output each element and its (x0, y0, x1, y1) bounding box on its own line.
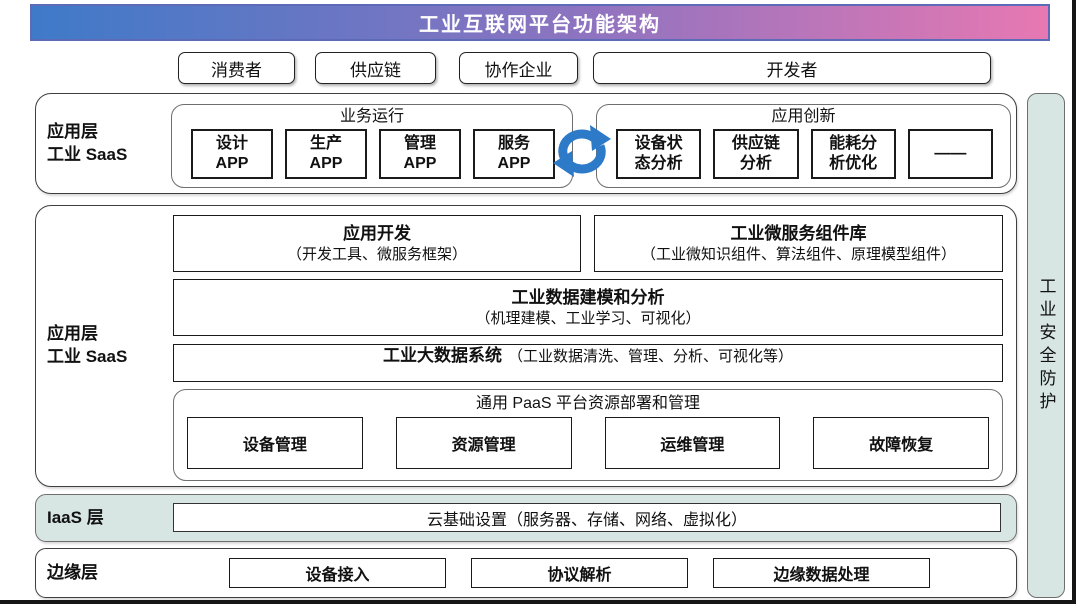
device-management-box: 设备管理 (187, 417, 363, 469)
management-app-box: 管理 APP (379, 129, 461, 179)
edge-layer: 边缘层 设备接入 协议解析 边缘数据处理 (35, 548, 1017, 598)
platform-layer-label: 应用层 工业 SaaS (47, 206, 172, 486)
edge-data-processing-box: 边缘数据处理 (713, 558, 930, 588)
supply-chain-analysis-box: 供应链 分析 (713, 129, 798, 179)
iaas-layer-label: IaaS 层 (47, 495, 157, 541)
saas-application-layer: 应用层 工业 SaaS 业务运行 设计 APP 生产 APP 管理 APP (35, 93, 1017, 194)
microservice-library-box: 工业微服务组件库 （工业微知识组件、算法组件、原理模型组件） (594, 215, 1003, 272)
innovation-app-row: 设备状 态分析 供应链 分析 能耗分 析优化 —— (597, 128, 1010, 187)
data-modeling-box: 工业数据建模和分析 （机理建模、工业学习、可视化） (173, 279, 1003, 336)
business-app-row: 设计 APP 生产 APP 管理 APP 服务 APP (172, 128, 572, 187)
resource-management-box: 资源管理 (396, 417, 572, 469)
sync-icon (549, 121, 615, 181)
design-app-box: 设计 APP (191, 129, 273, 179)
stakeholder-supply-chain: 供应链 (315, 52, 436, 84)
device-status-analysis-box: 设备状 态分析 (616, 129, 701, 179)
iaas-layer: IaaS 层 云基础设置（服务器、存储、网络、虚拟化） (35, 494, 1017, 542)
stakeholder-developer: 开发者 (593, 52, 991, 84)
edge-layer-label: 边缘层 (47, 549, 157, 597)
platform-layer: 应用层 工业 SaaS 应用开发 （开发工具、微服务框架） 工业微服务组件库 （… (35, 205, 1017, 487)
protocol-parsing-box: 协议解析 (471, 558, 688, 588)
energy-analysis-box: 能耗分 析优化 (811, 129, 896, 179)
page-title: 工业互联网平台功能架构 (30, 4, 1050, 41)
page-edge-bottom (0, 600, 1076, 604)
production-app-box: 生产 APP (285, 129, 367, 179)
device-access-box: 设备接入 (229, 558, 446, 588)
app-innovation-group: 应用创新 设备状 态分析 供应链 分析 能耗分 析优化 —— (596, 104, 1011, 188)
app-development-box: 应用开发 （开发工具、微服务框架） (173, 215, 581, 272)
paas-group-title: 通用 PaaS 平台资源部署和管理 (174, 390, 1002, 415)
page-edge-right (1072, 0, 1076, 604)
big-data-system-box: 工业大数据系统 （工业数据清洗、管理、分析、可视化等） (173, 344, 1003, 382)
service-app-box: 服务 APP (473, 129, 555, 179)
security-protection-bar: 工业安全防护 (1027, 93, 1065, 598)
fault-recovery-box: 故障恢复 (813, 417, 989, 469)
ellipsis-box: —— (908, 129, 993, 179)
paas-row: 设备管理 资源管理 运维管理 故障恢复 (174, 415, 1002, 480)
ops-management-box: 运维管理 (605, 417, 781, 469)
paas-resource-group: 通用 PaaS 平台资源部署和管理 设备管理 资源管理 运维管理 故障恢复 (173, 389, 1003, 481)
stakeholder-consumer: 消费者 (178, 52, 295, 84)
business-operation-group: 业务运行 设计 APP 生产 APP 管理 APP 服务 APP (171, 104, 573, 188)
stakeholder-partner: 协作企业 (459, 52, 578, 84)
app-innovation-title: 应用创新 (597, 105, 1010, 128)
cloud-infrastructure-box: 云基础设置（服务器、存储、网络、虚拟化） (173, 503, 1001, 532)
industrial-internet-architecture-diagram: 工业互联网平台功能架构 消费者 供应链 协作企业 开发者 应用层 工业 SaaS… (0, 0, 1080, 607)
business-operation-title: 业务运行 (172, 105, 572, 128)
saas-layer-label: 应用层 工业 SaaS (47, 94, 172, 193)
